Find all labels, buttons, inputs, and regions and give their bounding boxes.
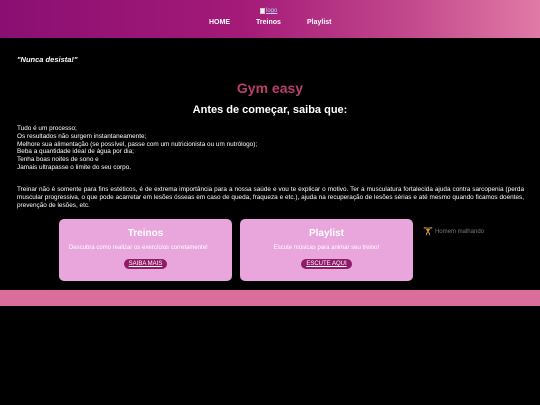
logo[interactable]: logo xyxy=(260,8,277,14)
workout-gif-alt: Homem malhando xyxy=(434,228,484,235)
tips-list: Tudo é um processo; Os resultados não su… xyxy=(17,125,257,172)
playlist-card-title: Playlist xyxy=(308,228,345,239)
saiba-mais-button[interactable]: SAIBA MAIS xyxy=(123,259,168,269)
workout-gif: 🏋 Homem malhando xyxy=(423,227,484,236)
escute-aqui-button[interactable]: ESCUTE AQUI xyxy=(301,259,352,269)
tip-item: Os resultados não surgem instantaneament… xyxy=(17,132,147,140)
tip-item: Tudo é um processo; xyxy=(17,125,77,132)
header: logo HOME Treinos Playlist xyxy=(0,0,540,38)
playlist-card: Playlist Escute músicas para animar seu … xyxy=(240,219,413,281)
nav-playlist-link[interactable]: Playlist xyxy=(307,19,332,26)
treinos-card: Treinos Descubra como realizar os exercí… xyxy=(59,219,232,281)
nav-treinos-link[interactable]: Treinos xyxy=(256,19,281,26)
motto: "Nunca desista!" xyxy=(17,55,78,64)
footer xyxy=(0,290,540,306)
treinos-card-text: Descubra como realizar os exercícios cor… xyxy=(69,245,208,251)
main-nav: HOME Treinos Playlist xyxy=(0,19,540,29)
logo-alt-text: logo xyxy=(266,8,278,14)
tip-item: Tenha boas noites de sono e xyxy=(17,156,99,164)
intro-paragraph: Treinar não é somente para fins estético… xyxy=(17,186,524,209)
page-subtitle: Antes de começar, saiba que: xyxy=(192,104,348,116)
broken-image-icon xyxy=(260,8,265,14)
treinos-card-title: Treinos xyxy=(127,228,164,239)
tip-item: Melhore sua alimentação (se possível, pa… xyxy=(17,140,258,148)
playlist-card-text: Escute músicas para animar seu treino! xyxy=(273,245,380,251)
tip-item: Jamais ultrapasse o limite do seu corpo. xyxy=(17,163,132,171)
lifting-figure-icon: 🏋 xyxy=(423,227,433,236)
tip-item: Beba a quantidade ideal de água por dia; xyxy=(17,148,134,156)
nav-home-link[interactable]: HOME xyxy=(209,19,230,26)
page-title: Gym easy xyxy=(236,80,304,96)
